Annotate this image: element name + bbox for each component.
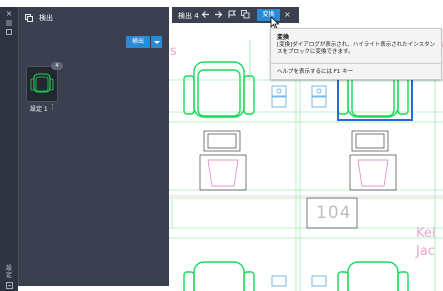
palette-menu-icon[interactable] (3, 282, 15, 291)
detection-set-card[interactable] (26, 66, 58, 102)
palette-header: 検出 (19, 7, 169, 29)
palette-title-strip: × 設 定 (0, 7, 18, 291)
next-arrow-icon[interactable] (213, 10, 223, 20)
previous-arrow-icon[interactable] (200, 10, 210, 20)
count-badge: 4 (51, 62, 63, 70)
tooltip-divider (271, 63, 441, 64)
tooltip-help-text: ヘルプを表示するには F1 キー (277, 69, 354, 75)
tooltip-title: 変換 (277, 34, 290, 41)
strip-label-2: 定 (5, 272, 12, 279)
detect-palette: 検出 検出 4 設定 1 ⋮ (18, 7, 169, 286)
detect-dropdown-button[interactable] (151, 36, 162, 48)
copy-icon[interactable] (240, 10, 250, 20)
palette-settings-icon[interactable] (3, 29, 15, 37)
more-options-icon[interactable]: ⋮ (49, 104, 56, 111)
palette-close-icon[interactable]: × (3, 10, 15, 18)
tooltip-description: [変換]ダイアログが表示され、ハイライト表示されたインスタンスをブロックに変換で… (277, 42, 436, 55)
canvas-text-jac: Jac (416, 244, 435, 259)
detect-count: 検出 4 (178, 12, 199, 20)
toolbar-close-icon[interactable]: × (284, 10, 291, 20)
palette-properties-icon[interactable] (3, 20, 15, 28)
detect-button[interactable]: 検出 (126, 36, 150, 48)
room-number: 104 (316, 203, 352, 223)
convert-tooltip: 変換 [変換]ダイアログが表示され、ハイライト表示されたインスタンスをブロックに… (270, 28, 442, 80)
canvas-text-kei: Kei (416, 226, 436, 241)
canvas-text-s: s (170, 44, 177, 59)
strip-label-1: 設 (5, 265, 12, 272)
chair-thumbnail-icon (30, 73, 54, 93)
flag-icon[interactable] (227, 10, 237, 20)
card-label: 設定 1 (30, 106, 48, 113)
palette-title: 検出 (39, 14, 53, 22)
detect-icon (25, 14, 33, 22)
